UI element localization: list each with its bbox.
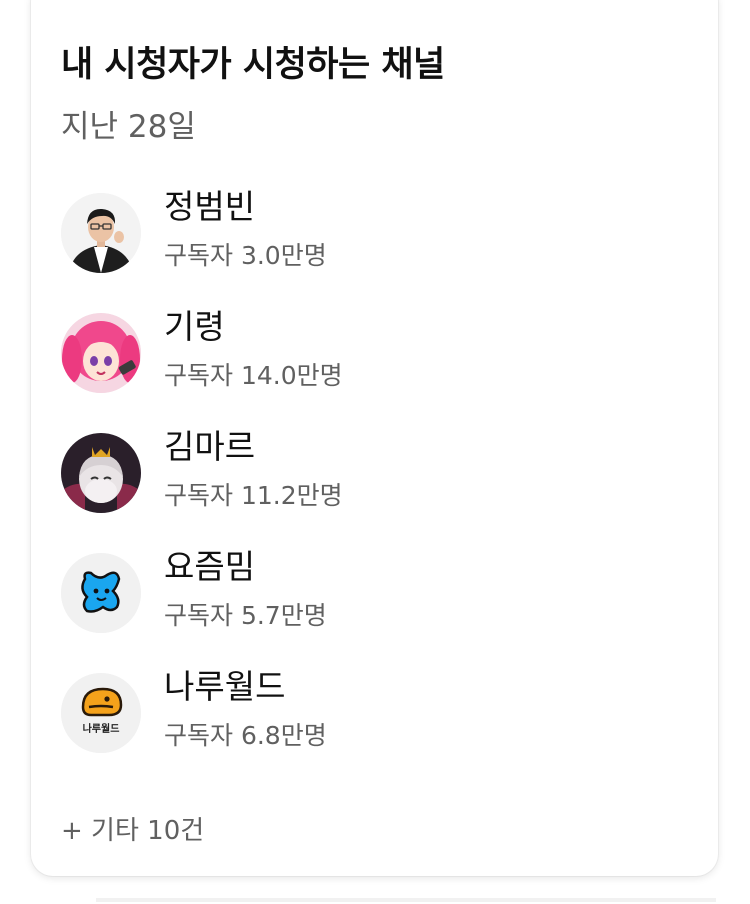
- page: 내 시청자가 시청하는 채널 지난 28일 정범빈 구독자 3.0만명 기령 구…: [0, 0, 750, 904]
- channel-subscriber-count: 구독자 3.0만명: [164, 241, 327, 270]
- channel-subscriber-count: 구독자 5.7만명: [164, 601, 327, 630]
- channel-name: 요즘밈: [164, 547, 256, 586]
- channel-name: 나루월드: [164, 667, 286, 706]
- more-channels-link[interactable]: + 기타 10건: [61, 810, 204, 847]
- channel-name: 정범빈: [164, 187, 256, 226]
- man-in-suit-avatar-icon: [61, 193, 141, 273]
- card-title: 내 시청자가 시청하는 채널: [61, 45, 445, 85]
- channel-list: 정범빈 구독자 3.0만명 기령 구독자 14.0만명 김마르 구독자 11.2…: [61, 186, 681, 786]
- channel-subscriber-count: 구독자 14.0만명: [164, 361, 343, 390]
- audience-channels-card: 내 시청자가 시청하는 채널 지난 28일 정범빈 구독자 3.0만명 기령 구…: [31, 0, 718, 876]
- next-card-edge: [96, 898, 716, 902]
- channel-item[interactable]: 기령 구독자 14.0만명: [61, 306, 681, 426]
- pink-haired-anime-avatar-icon: [61, 313, 141, 393]
- channel-name: 기령: [164, 307, 225, 346]
- channel-item[interactable]: 나루월드 나루월드 구독자 6.8만명: [61, 666, 681, 786]
- blue-blob-avatar-icon: [61, 553, 141, 633]
- channel-item[interactable]: 김마르 구독자 11.2만명: [61, 426, 681, 546]
- channel-subscriber-count: 구독자 6.8만명: [164, 721, 327, 750]
- crowned-character-avatar-icon: [61, 433, 141, 513]
- channel-item[interactable]: 요즘밈 구독자 5.7만명: [61, 546, 681, 666]
- naruworld-logo-avatar-icon: 나루월드: [61, 673, 141, 753]
- channel-item[interactable]: 정범빈 구독자 3.0만명: [61, 186, 681, 306]
- card-subtitle-period: 지난 28일: [61, 109, 196, 145]
- channel-subscriber-count: 구독자 11.2만명: [164, 481, 343, 510]
- channel-name: 김마르: [164, 427, 256, 466]
- svg-text:나루월드: 나루월드: [83, 722, 120, 735]
